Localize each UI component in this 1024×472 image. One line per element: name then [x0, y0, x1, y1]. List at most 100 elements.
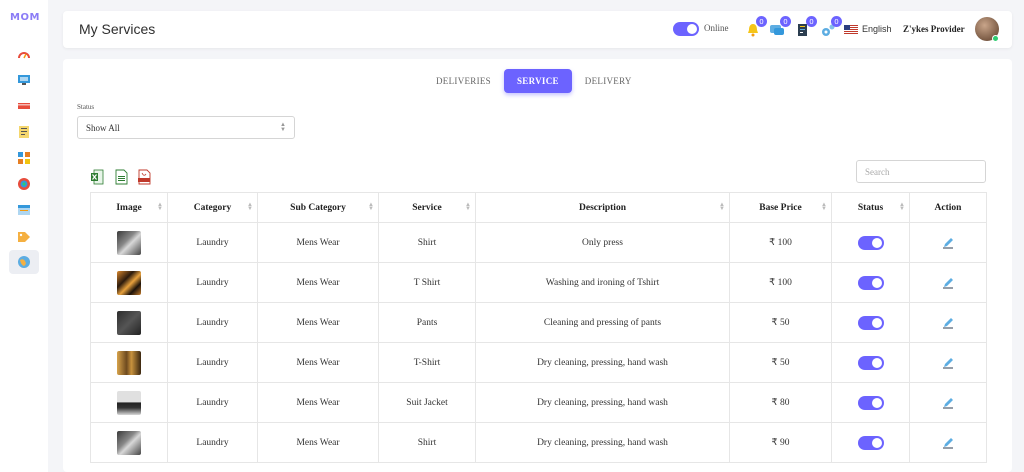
messages-button[interactable]: 0 [769, 16, 791, 38]
sidebar-item-orders[interactable] [9, 120, 39, 144]
sub-category-cell: Mens Wear [257, 382, 379, 423]
status-cell [831, 302, 910, 343]
status-cell [831, 342, 910, 383]
status-toggle[interactable] [857, 435, 884, 450]
service-cell: T-Shirt [378, 342, 476, 383]
sort-icon: ▲ ▼ [465, 202, 471, 212]
edit-icon[interactable] [942, 237, 954, 249]
settings-button[interactable]: 0 [820, 16, 842, 38]
service-thumbnail[interactable] [117, 310, 141, 335]
action-cell [909, 262, 987, 303]
price-cell: ₹ 50 [729, 342, 832, 383]
description-cell: Dry cleaning, pressing, hand wash [475, 382, 730, 423]
price-cell: ₹ 90 [729, 422, 832, 463]
edit-icon[interactable] [942, 437, 954, 449]
sidebar-item-globe[interactable] [9, 172, 39, 196]
sidebar-item-schedule[interactable] [9, 198, 39, 222]
edit-icon[interactable] [942, 277, 954, 289]
action-cell [909, 342, 987, 383]
tab-deliveries[interactable]: DELIVERIES [423, 69, 504, 93]
language-selector[interactable]: English [862, 24, 892, 34]
image-cell [90, 222, 168, 263]
service-cell: T Shirt [378, 262, 476, 303]
sort-icon: ▲ ▼ [247, 202, 253, 212]
status-toggle[interactable] [857, 355, 884, 370]
status-toggle[interactable] [857, 395, 884, 410]
edit-icon[interactable] [942, 397, 954, 409]
pdf-export-icon[interactable] [137, 169, 151, 185]
sub-category-cell: Mens Wear [257, 222, 379, 263]
tag-icon [18, 232, 30, 242]
table-row: Laundry Mens Wear Shirt Only press ₹ 100 [90, 222, 987, 263]
csv-export-icon[interactable] [114, 169, 128, 185]
sidebar-item-cards[interactable] [9, 94, 39, 118]
online-toggle[interactable] [673, 22, 699, 36]
sub-category-cell: Mens Wear [257, 422, 379, 463]
action-cell [909, 422, 987, 463]
status-cell [831, 382, 910, 423]
page-title: My Services [79, 21, 156, 37]
service-thumbnail[interactable] [117, 430, 141, 455]
us-flag-icon[interactable] [844, 25, 858, 34]
notification-bell-button[interactable]: 0 [745, 16, 767, 38]
category-cell: Laundry [167, 422, 258, 463]
category-cell: Laundry [167, 382, 258, 423]
price-cell: ₹ 80 [729, 382, 832, 423]
action-cell [909, 382, 987, 423]
calendar-icon [18, 205, 30, 215]
description-cell: Dry cleaning, pressing, hand wash [475, 422, 730, 463]
column-header-category[interactable]: Category ▲ ▼ [167, 192, 258, 223]
description-cell: Only press [475, 222, 730, 263]
sidebar-item-services[interactable] [9, 250, 39, 274]
status-select[interactable]: Show All ▲ ▼ [77, 116, 295, 139]
service-thumbnail[interactable] [117, 350, 141, 375]
status-toggle[interactable] [857, 235, 884, 250]
column-header-image[interactable]: Image ▲ ▼ [90, 192, 168, 223]
tab-delivery[interactable]: DELIVERY [572, 69, 645, 93]
bell-badge: 0 [756, 16, 767, 27]
service-thumbnail[interactable] [117, 390, 141, 415]
sidebar-item-offers[interactable] [9, 224, 39, 248]
column-header-status[interactable]: Status ▲ ▼ [831, 192, 910, 223]
service-thumbnail[interactable] [117, 230, 141, 255]
image-cell [90, 262, 168, 303]
table-header-row: Image ▲ ▼ Category ▲ ▼ Sub Category ▲ ▼ Servic… [90, 192, 987, 223]
sort-icon: ▲ ▼ [368, 202, 374, 212]
column-header-service[interactable]: Service ▲ ▼ [378, 192, 476, 223]
online-status-dot [992, 35, 999, 42]
receipt-icon [19, 126, 29, 138]
app-logo: MOM [10, 12, 40, 23]
services-card: DELIVERIES SERVICE DELIVERY Status Show … [63, 59, 1012, 472]
edit-icon[interactable] [942, 357, 954, 369]
column-header-description[interactable]: Description ▲ ▼ [475, 192, 730, 223]
sidebar-item-dashboard[interactable] [9, 43, 39, 67]
price-cell: ₹ 50 [729, 302, 832, 343]
status-toggle[interactable] [857, 275, 884, 290]
status-toggle[interactable] [857, 315, 884, 330]
sidebar-item-monitor[interactable] [9, 68, 39, 92]
column-header-base-price[interactable]: Base Price ▲ ▼ [729, 192, 832, 223]
documents-button[interactable]: 0 [795, 16, 817, 38]
search-input[interactable] [856, 160, 986, 183]
edit-icon[interactable] [942, 317, 954, 329]
globe-icon [18, 178, 30, 190]
user-name[interactable]: Z'ykes Provider [903, 24, 965, 34]
action-cell [909, 302, 987, 343]
online-label: Online [704, 23, 729, 33]
earth-icon [18, 256, 30, 268]
service-thumbnail[interactable] [117, 270, 141, 295]
image-cell [90, 382, 168, 423]
excel-export-icon[interactable] [90, 169, 104, 185]
sort-icon: ▲ ▼ [821, 202, 827, 212]
column-header-sub-category[interactable]: Sub Category ▲ ▼ [257, 192, 379, 223]
image-cell [90, 302, 168, 343]
tab-service[interactable]: SERVICE [504, 69, 572, 93]
document-badge: 0 [806, 16, 817, 27]
service-cell: Pants [378, 302, 476, 343]
sort-icon: ▲ ▼ [719, 202, 725, 212]
table-row: Laundry Mens Wear Pants Cleaning and pre… [90, 302, 987, 343]
select-arrows-icon: ▲ ▼ [280, 122, 286, 133]
sidebar-item-catalog[interactable] [9, 146, 39, 170]
status-cell [831, 262, 910, 303]
top-header: My Services Online 0 0 0 0 English Z'yke… [63, 11, 1012, 48]
